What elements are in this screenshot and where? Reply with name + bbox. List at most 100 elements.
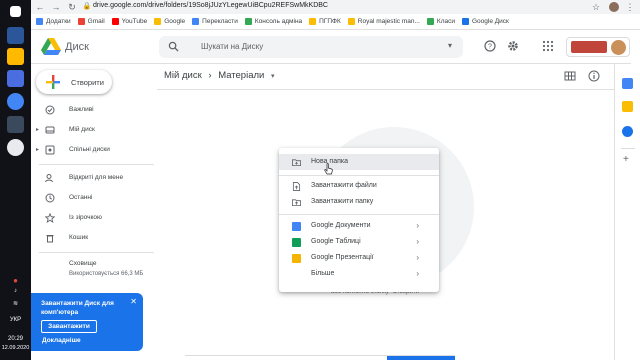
chevron-down-icon[interactable]: ▾ xyxy=(271,73,275,80)
plus-icon xyxy=(46,75,60,89)
bookmarks-bar: Додатки Gmail YouTube Google Перекласти Консо… xyxy=(31,14,640,29)
apps-icon[interactable] xyxy=(542,40,554,52)
drive-header: Диск Шукати на Диску ▾ ? xyxy=(31,30,631,64)
notification-icon[interactable]: ● xyxy=(0,276,31,285)
language-indicator[interactable]: УКР xyxy=(0,317,31,323)
rail-divider xyxy=(621,148,635,149)
sidebar-divider xyxy=(39,164,154,165)
bookmark-item[interactable]: Консоль адміна xyxy=(244,18,303,25)
bookmark-favicon-icon xyxy=(154,18,162,25)
sidebar-item-storage[interactable]: Сховище xyxy=(31,259,157,269)
account-switcher[interactable] xyxy=(566,37,630,57)
sidebar-item-recent[interactable]: Останні xyxy=(31,189,157,207)
forward-icon[interactable]: → xyxy=(51,2,61,12)
sidebar-item-priority[interactable]: Важливі xyxy=(31,101,157,119)
shared-with-me-icon xyxy=(45,174,53,183)
network-icon[interactable]: ≋ xyxy=(0,300,31,307)
calendar-icon[interactable] xyxy=(622,78,633,89)
add-addon-icon[interactable]: + xyxy=(623,154,629,165)
explorer-icon[interactable] xyxy=(7,27,24,44)
bookmark-item[interactable]: ПГПФК xyxy=(309,18,341,25)
search-icon[interactable] xyxy=(168,41,179,52)
active-window-icon[interactable] xyxy=(7,116,24,133)
menu-divider xyxy=(279,175,439,176)
help-icon[interactable]: ? xyxy=(484,40,496,52)
menu-item-upload-files[interactable]: Завантажити файли xyxy=(279,178,439,194)
search-options-icon[interactable]: ▾ xyxy=(445,41,455,51)
starred-icon xyxy=(45,213,55,223)
recent-icon xyxy=(45,193,55,203)
expand-icon[interactable]: ▸ xyxy=(36,126,39,133)
sheets-icon xyxy=(292,238,301,247)
bookmark-item[interactable]: Royal majestic man... xyxy=(347,18,420,25)
expand-icon[interactable]: ▸ xyxy=(36,146,39,153)
settings-icon[interactable] xyxy=(507,40,519,52)
trash-icon xyxy=(46,235,54,243)
breadcrumb: Мій диск › Матеріали ▾ xyxy=(164,70,279,81)
new-item-menu: Нова папка Завантажити файли Завантажити… xyxy=(279,148,439,292)
bookmark-item[interactable]: Перекласти xyxy=(192,18,238,25)
bottom-action[interactable] xyxy=(387,356,455,360)
menu-item-label: Завантажити файли xyxy=(311,182,377,189)
menu-item-label: Завантажити папку xyxy=(311,198,374,205)
download-drive-popup: Завантажити Диск для комп'ютера ✕ Завант… xyxy=(31,293,143,351)
chevron-right-icon: › xyxy=(416,253,419,262)
sidebar-item-label: Із зірочкою xyxy=(69,214,102,221)
reload-icon[interactable]: ↻ xyxy=(67,2,77,12)
close-icon[interactable]: ✕ xyxy=(130,297,137,306)
menu-item-new-folder[interactable]: Нова папка xyxy=(279,154,439,170)
address-row: ← → ↻ 🔒 drive.google.com/drive/folders/1… xyxy=(31,0,640,14)
keep-icon[interactable] xyxy=(622,101,633,112)
bookmark-label: Gmail xyxy=(87,18,105,25)
windows-start-icon[interactable] xyxy=(10,6,21,17)
app-icon[interactable] xyxy=(7,70,24,87)
address-bar-url[interactable]: drive.google.com/drive/folders/19So8jJUz… xyxy=(93,2,328,9)
folder-upload-icon xyxy=(292,199,301,207)
bookmark-item[interactable]: Класи xyxy=(426,18,455,25)
search-input[interactable]: Шукати на Диску xyxy=(201,42,263,51)
menu-item-google-sheets[interactable]: Google Таблиці › xyxy=(279,234,439,250)
chrome-icon[interactable] xyxy=(7,93,24,110)
sidebar-item-my-drive[interactable]: ▸ Мій диск xyxy=(31,121,157,139)
bookmark-label: Класи xyxy=(436,18,455,25)
menu-icon[interactable]: ⋮ xyxy=(625,2,635,12)
drive-logo-icon[interactable] xyxy=(41,38,61,56)
bookmark-item[interactable]: Gmail xyxy=(77,18,105,25)
clock-time[interactable]: 20:29 xyxy=(0,336,31,342)
tasks-icon[interactable] xyxy=(622,126,633,137)
bookmark-item[interactable]: Додатки xyxy=(36,18,71,25)
profile-avatar[interactable] xyxy=(609,2,619,12)
bookmark-label: Royal majestic man... xyxy=(357,18,420,25)
avatar[interactable] xyxy=(611,40,626,55)
info-icon[interactable] xyxy=(588,70,600,82)
clock-date[interactable]: 12.09.2020 xyxy=(0,345,31,351)
app-name[interactable]: Диск xyxy=(65,41,89,53)
bookmark-favicon-icon xyxy=(244,18,252,25)
bookmark-label: Консоль адміна xyxy=(254,18,303,25)
download-button[interactable]: Завантажити xyxy=(41,320,97,333)
menu-item-upload-folder[interactable]: Завантажити папку xyxy=(279,194,439,210)
breadcrumb-current[interactable]: Матеріали xyxy=(218,70,264,81)
search-bar[interactable]: Шукати на Диску ▾ xyxy=(159,36,463,58)
menu-item-google-docs[interactable]: Google Документи › xyxy=(279,218,439,234)
back-icon[interactable]: ← xyxy=(35,2,45,12)
sidebar-item-starred[interactable]: Із зірочкою xyxy=(31,209,157,227)
sidebar-item-shared-drives[interactable]: ▸ Спільні диски xyxy=(31,141,157,159)
breadcrumb-root[interactable]: Мій диск xyxy=(164,70,202,81)
learn-more-link[interactable]: Докладніше xyxy=(42,337,81,344)
media-icon[interactable] xyxy=(7,139,24,156)
folder-icon[interactable] xyxy=(7,48,24,65)
grid-view-icon[interactable] xyxy=(564,70,576,82)
sidebar-item-shared-with-me[interactable]: Відкриті для мене xyxy=(31,169,157,187)
volume-icon[interactable]: ♪ xyxy=(0,288,31,294)
bookmark-item[interactable]: YouTube xyxy=(111,18,147,25)
new-button[interactable]: Створити xyxy=(36,70,112,94)
lock-icon[interactable]: 🔒 xyxy=(82,2,92,12)
bookmark-item[interactable]: Google Диск xyxy=(461,18,509,25)
menu-item-more[interactable]: Більше › xyxy=(279,266,439,282)
menu-item-label: Google Документи xyxy=(311,222,371,229)
star-icon[interactable]: ☆ xyxy=(591,2,601,12)
bookmark-item[interactable]: Google xyxy=(154,18,185,25)
sidebar-item-trash[interactable]: Кошик xyxy=(31,229,157,247)
menu-item-google-slides[interactable]: Google Презентації › xyxy=(279,250,439,266)
